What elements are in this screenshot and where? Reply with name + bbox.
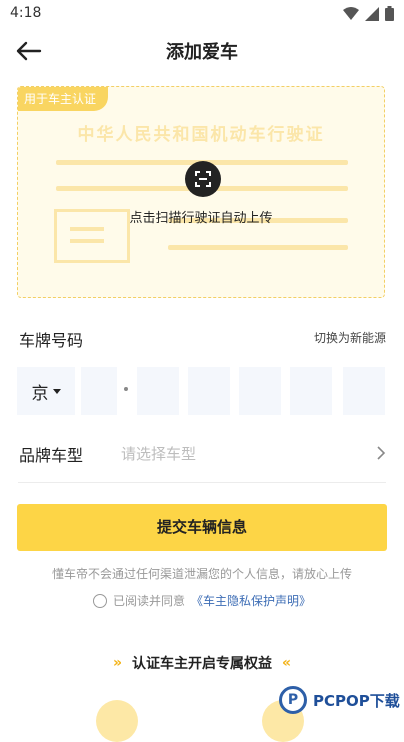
plate-char-input[interactable] xyxy=(343,367,385,415)
site-watermark-logo: P PCPOP下载 xyxy=(279,686,400,714)
watermark-line xyxy=(70,239,104,243)
benefit-badge-icon xyxy=(96,700,138,742)
signal-icon xyxy=(365,6,379,21)
watermark-line xyxy=(168,245,348,250)
plate-char-input[interactable] xyxy=(188,367,230,415)
wifi-icon xyxy=(343,6,359,20)
page-title: 添加爱车 xyxy=(166,42,238,63)
plate-separator-dot xyxy=(124,387,128,391)
status-icons xyxy=(343,6,394,21)
agree-prefix: 已阅读并同意 xyxy=(112,594,185,608)
benefits-heading: » 认证车主开启专属权益 « xyxy=(0,653,404,673)
scan-icon xyxy=(195,171,211,187)
watermark-logo-text: PCPOP下载 xyxy=(313,691,400,710)
status-bar: 4:18 xyxy=(0,0,404,28)
agree-radio[interactable] xyxy=(92,593,107,608)
watermark-logo-mark: P xyxy=(279,686,307,714)
chevron-right-icon[interactable] xyxy=(376,445,386,461)
province-value: 京 xyxy=(31,383,49,404)
license-watermark-title: 中华人民共和国机动车行驶证 xyxy=(77,125,325,145)
agreement-row: 已阅读并同意 《车主隐私保护声明》 xyxy=(0,592,404,609)
watermark-line xyxy=(70,227,104,231)
status-time: 4:18 xyxy=(10,5,42,21)
privacy-note: 懂车帝不会通过任何渠道泄漏您的个人信息，请放心上传 xyxy=(51,567,352,581)
plate-char-input[interactable] xyxy=(239,367,281,415)
header: 添加爱车 xyxy=(0,28,404,74)
owner-auth-tag: 用于车主认证 xyxy=(18,87,109,111)
switch-new-energy-link[interactable]: 切换为新能源 xyxy=(314,329,386,346)
benefits-title: 认证车主开启专属权益 xyxy=(132,656,272,672)
scan-instruction: 点击扫描行驶证自动上传 xyxy=(129,211,273,226)
scan-button[interactable] xyxy=(185,161,221,197)
battery-icon xyxy=(385,6,394,21)
province-select[interactable]: 京 xyxy=(17,367,75,415)
double-chevron-left-icon: « xyxy=(282,655,292,671)
divider xyxy=(18,482,386,483)
plate-number-label: 车牌号码 xyxy=(19,331,84,350)
caret-down-icon xyxy=(52,388,61,394)
plate-char-input[interactable] xyxy=(137,367,179,415)
submit-vehicle-button[interactable]: 提交车辆信息 xyxy=(17,504,387,551)
privacy-statement-link[interactable]: 《车主隐私保护声明》 xyxy=(191,592,311,609)
brand-model-label: 品牌车型 xyxy=(19,446,84,465)
brand-model-select[interactable]: 请选择车型 xyxy=(121,443,196,464)
license-scan-card[interactable]: 用于车主认证 中华人民共和国机动车行驶证 点击扫描行驶证自动上传 xyxy=(17,86,385,298)
double-chevron-right-icon: » xyxy=(112,655,122,671)
plate-char-input[interactable] xyxy=(81,367,117,415)
plate-char-input[interactable] xyxy=(290,367,332,415)
